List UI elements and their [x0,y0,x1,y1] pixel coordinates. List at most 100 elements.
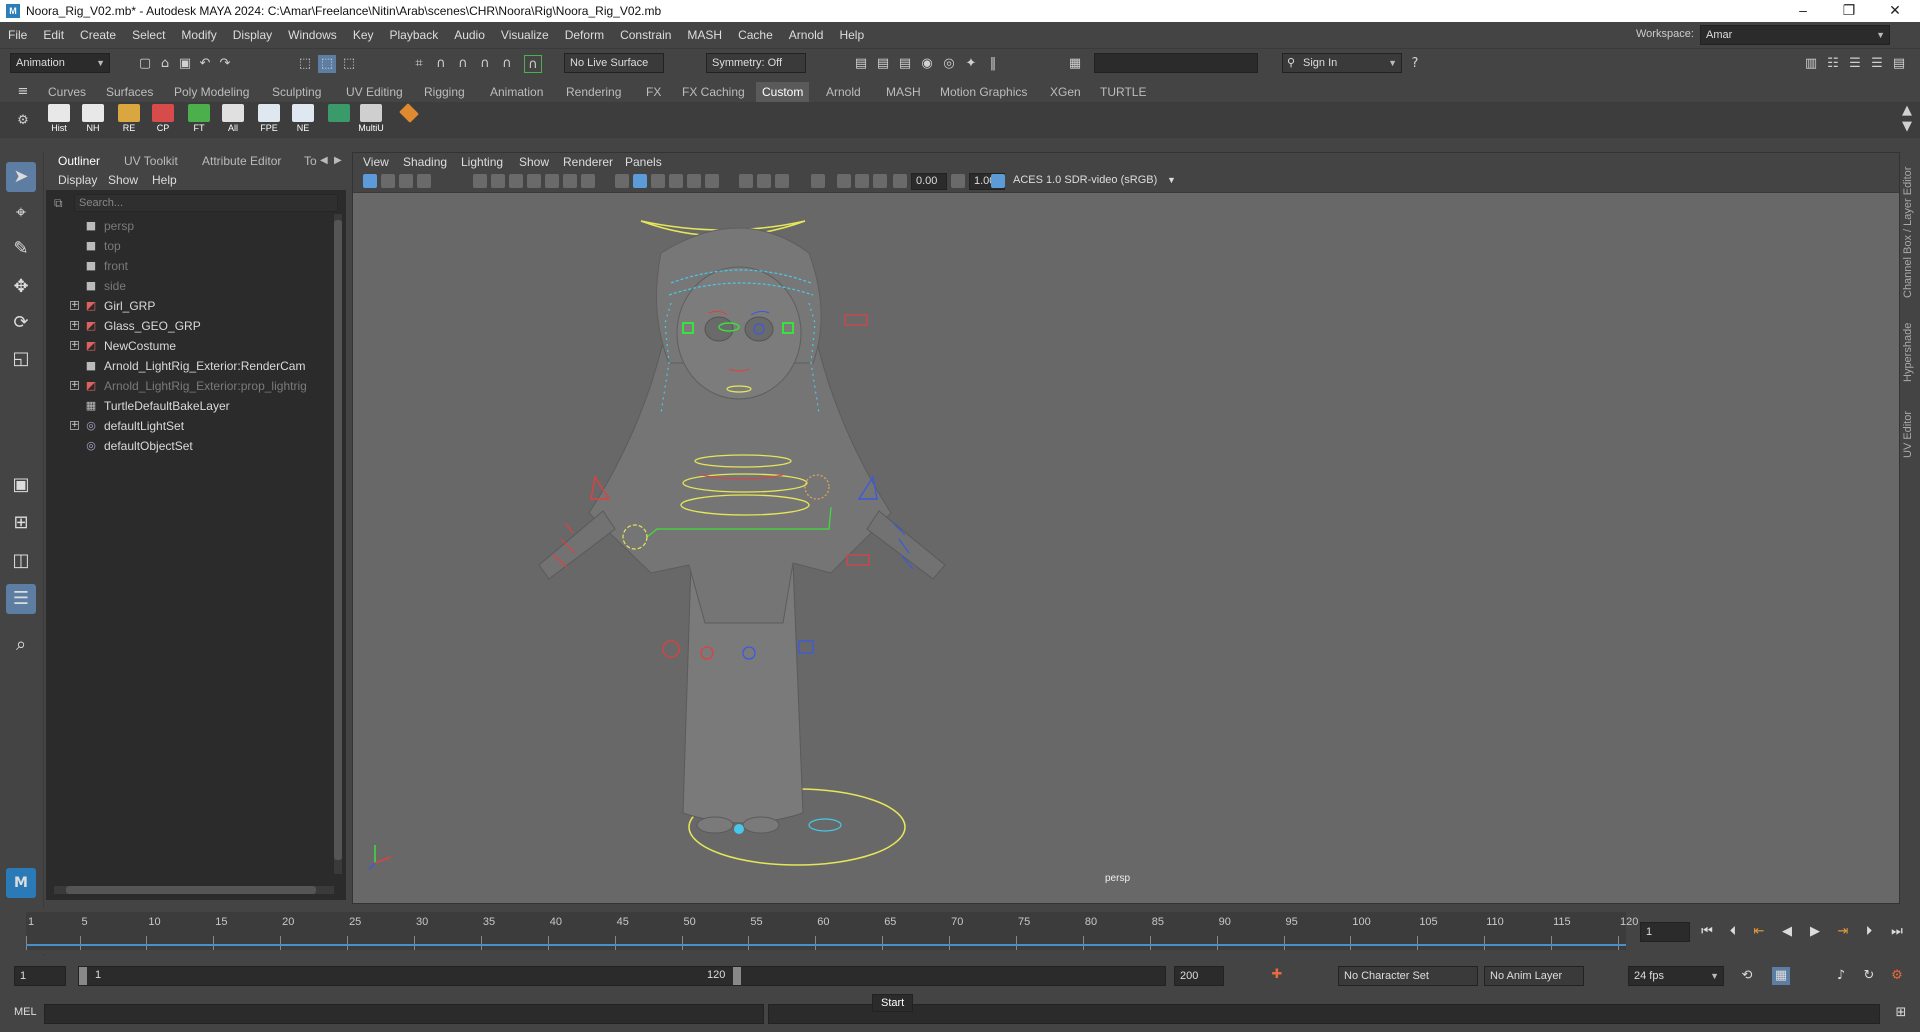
paint-select-icon[interactable]: ✎ [6,234,36,264]
snap-surface-icon[interactable]: ∩ [498,55,516,73]
menu-key[interactable]: Key [345,28,382,42]
current-frame-field[interactable]: 1 [1640,922,1690,942]
select-camera-icon[interactable] [363,174,377,188]
menu-file[interactable]: File [0,28,35,42]
menu-visualize[interactable]: Visualize [493,28,557,42]
outliner-item-persp[interactable]: ■ persp [46,216,336,236]
menu-arnold[interactable]: Arnold [781,28,832,42]
viewport-menu-shading[interactable]: Shading [403,153,447,171]
range-bar[interactable]: 1 120 [78,966,1166,986]
script-editor-icon[interactable]: ⊞ [1892,1004,1910,1022]
attribute-editor-icon[interactable]: ☷ [1824,55,1842,73]
refresh-icon[interactable]: ↻ [1860,967,1878,985]
loop-icon[interactable]: ⟲ [1738,967,1756,985]
shelf-button-ft[interactable]: FT [184,104,214,136]
layer-editor-icon[interactable]: ▤ [1890,55,1908,73]
foot-roll-control[interactable] [808,818,842,832]
expand-icon[interactable]: + [70,341,79,350]
outliner-layout-icon[interactable]: ☰ [6,584,36,614]
menu-constrain[interactable]: Constrain [612,28,679,42]
sign-in-button[interactable]: ⚲ Sign In ▼ [1282,53,1402,73]
live-surface-field[interactable]: No Live Surface [564,53,664,73]
shelf-tab-surfaces[interactable]: Surfaces [106,82,153,102]
shelf-tab-animation[interactable]: Animation [490,82,543,102]
shelf-tab-xgen[interactable]: XGen [1050,82,1081,102]
minimize-button[interactable]: – [1780,0,1826,22]
snap-grid-icon[interactable]: ⌗ [410,55,428,73]
anti-aliasing-icon[interactable] [775,174,789,188]
outliner-item-girl-grp[interactable]: + ◩ Girl_GRP [46,296,336,316]
color-space-dropdown[interactable]: ACES 1.0 SDR-video (sRGB) ▼ [1009,173,1181,190]
outliner-item-default-object-set[interactable]: ◎ defaultObjectSet [46,436,336,456]
tab-outliner[interactable]: Outliner [58,152,100,170]
viewport-menu-lighting[interactable]: Lighting [461,153,503,171]
grid-snap-icon[interactable]: ▦ [1772,967,1790,985]
xray-icon[interactable] [837,174,851,188]
scale-tool-icon[interactable]: ◱ [6,344,36,374]
outliner-item-default-light-set[interactable]: + ◎ defaultLightSet [46,416,336,436]
anim-layer-dropdown[interactable]: No Anim Layer [1484,966,1584,986]
pause-icon[interactable]: ‖ [984,55,1002,73]
sound-icon[interactable]: ♪ [1832,967,1850,985]
move-tool-icon[interactable]: ✥ [6,272,36,302]
isolate-select-icon[interactable] [811,174,825,188]
filter-icon[interactable]: ⧉ [54,196,68,210]
viewport-menu-show[interactable]: Show [519,153,549,171]
menu-mash[interactable]: MASH [679,28,730,42]
shelf-tab-sculpting[interactable]: Sculpting [272,82,321,102]
channel-box-icon[interactable]: ☰ [1868,55,1886,73]
exposure-field[interactable]: 0.00 [911,173,947,190]
shelf-tab-rigging[interactable]: Rigging [424,82,465,102]
outliner-menu-help[interactable]: Help [152,170,177,190]
shelf-button-fpe[interactable]: FPE [254,104,284,136]
time-ruler[interactable]: 1 5 10 15 20 25 30 35 40 45 50 55 60 65 70 75 80 85 90 95 10… [26,912,1638,950]
input-line-field[interactable] [1094,53,1258,73]
close-button[interactable]: ✕ [1872,0,1918,22]
menu-deform[interactable]: Deform [557,28,612,42]
shelf-scroll-down-icon[interactable]: ▼ [1898,118,1916,136]
shelf-button-orange-tool[interactable] [394,103,424,136]
four-view-icon[interactable]: ⊞ [6,508,36,538]
outliner-item-front[interactable]: ■ front [46,256,336,276]
two-d-pan-icon[interactable] [491,174,505,188]
shelf-tab-uv-editing[interactable]: UV Editing [346,82,403,102]
scene-start-field[interactable]: 1 [14,966,66,986]
outliner-item-turtle-bake-layer[interactable]: ▦ TurtleDefaultBakeLayer [46,396,336,416]
mel-input[interactable] [44,1004,764,1024]
backface-icon[interactable] [873,174,887,188]
bookmark-icon[interactable] [399,174,413,188]
new-scene-icon[interactable]: ▢ [136,55,154,73]
color-management-icon[interactable] [991,174,1005,188]
textured-icon[interactable] [669,174,683,188]
character-set-dropdown[interactable]: No Character Set [1338,966,1478,986]
tab-uv-toolkit[interactable]: UV Toolkit [124,152,178,170]
expand-icon[interactable]: + [70,301,79,310]
menu-create[interactable]: Create [72,28,124,42]
shelf-tab-fx[interactable]: FX [646,82,661,102]
scroll-thumb[interactable] [334,220,342,860]
shelf-button-green-cube[interactable] [324,104,354,136]
go-to-end-icon[interactable]: ⏭ [1888,923,1906,941]
shelf-tab-rendering[interactable]: Rendering [566,82,621,102]
right-arm-mesh[interactable] [866,510,946,580]
menuset-dropdown[interactable]: Animation ▼ [10,53,110,73]
range-end-handle[interactable] [733,967,741,985]
tool-settings-icon[interactable]: ☰ [1846,55,1864,73]
modeling-toolkit-icon[interactable]: ▥ [1802,55,1820,73]
shelf-menu-icon[interactable]: ≡ [14,83,32,101]
snap-curve-icon[interactable]: ∩ [432,55,450,73]
outliner-search-input[interactable]: Search... [74,194,338,212]
step-back-frame-icon[interactable]: ⇤ [1750,923,1768,941]
ipr-render-icon[interactable]: ▤ [874,55,892,73]
menu-cache[interactable]: Cache [730,28,781,42]
shelf-tab-curves[interactable]: Curves [48,82,86,102]
shelf-tab-turtle[interactable]: TURTLE [1100,82,1146,102]
fps-dropdown[interactable]: 24 fps ▼ [1628,966,1724,986]
outliner-h-scrollbar[interactable] [54,886,334,894]
save-scene-icon[interactable]: ▣ [176,55,194,73]
tab-scroll-right-icon[interactable]: ▶ [334,152,342,170]
viewport-menu-view[interactable]: View [363,153,389,171]
two-view-icon[interactable]: ◫ [6,546,36,576]
shelf-tab-arnold[interactable]: Arnold [826,82,861,102]
left-arm-mesh[interactable] [538,510,616,580]
